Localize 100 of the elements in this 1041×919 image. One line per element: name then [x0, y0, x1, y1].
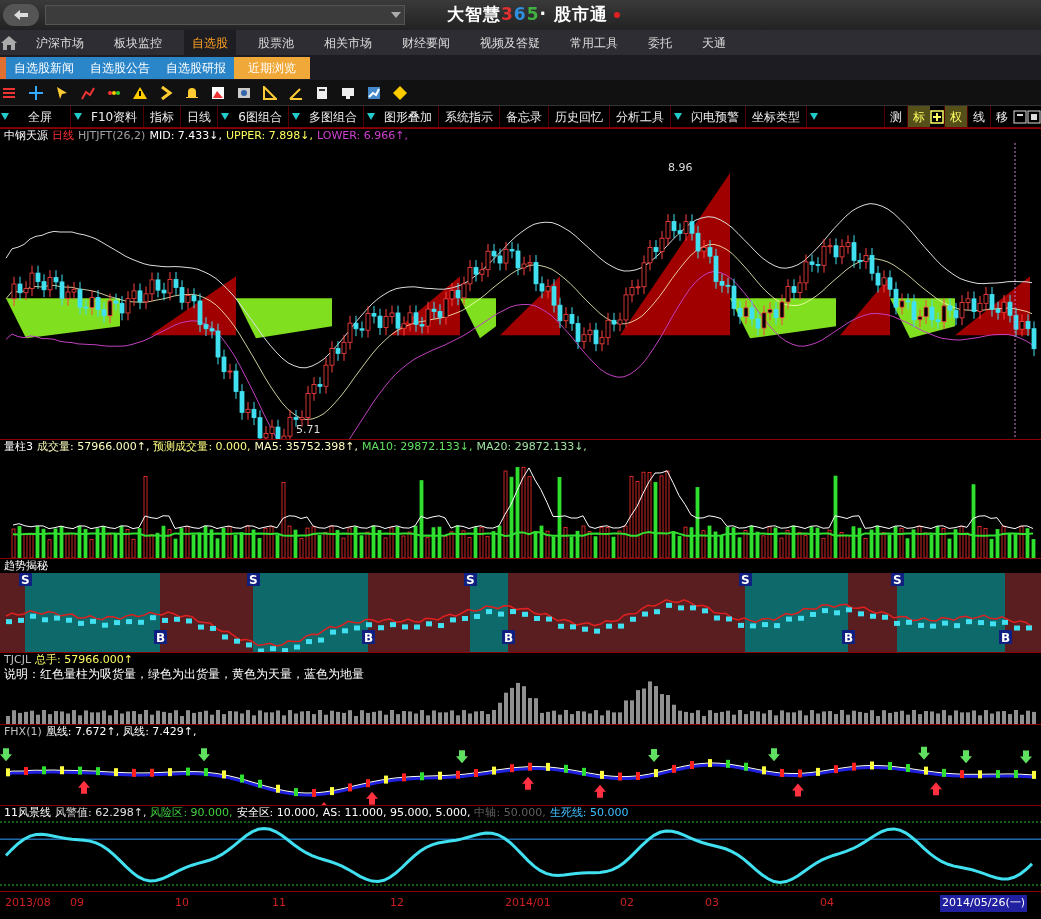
chevron-icon — [159, 85, 173, 100]
signal-marker: S — [891, 573, 904, 587]
signal-marker: B — [842, 630, 855, 645]
dot-icon — [613, 12, 620, 18]
legend-text: 风险区: 90.000, — [150, 806, 233, 820]
photo-icon — [237, 85, 251, 100]
legend-text: MID: 7.433↓, — [149, 129, 223, 143]
calculator-icon — [315, 85, 329, 100]
bell-icon — [185, 85, 199, 100]
nav-tab[interactable]: 常用工具 — [562, 30, 626, 55]
legend-text: 总手: 57966.000↑ — [35, 653, 133, 667]
sub-tab[interactable]: 自选股公告 — [82, 56, 158, 79]
down-arrow-icon — [648, 749, 660, 763]
price-label: 5.71 — [296, 423, 321, 436]
signal-marker: B — [502, 630, 515, 645]
nav-tab[interactable]: 视频及答疑 — [472, 30, 548, 55]
caret-down-icon — [391, 12, 401, 18]
legend-text: UPPER: 7.898↓, — [226, 129, 314, 143]
nav-tab[interactable]: 板块监控 — [106, 30, 170, 55]
sub-tab[interactable]: 自选股新闻 — [6, 56, 82, 79]
nav-tab[interactable]: 股票池 — [250, 30, 302, 55]
date-label: 2014/01 — [505, 895, 551, 911]
legend-text: TJCJL — [4, 653, 32, 667]
signal-marker: B — [362, 630, 375, 645]
down-arrow-icon — [918, 746, 930, 760]
down-arrow-icon — [0, 748, 12, 762]
legend-text: 日线 — [52, 129, 74, 143]
legend-text: AS: 11.000, 95.000, 5.000, — [322, 806, 471, 820]
up-arrow-icon — [522, 776, 534, 790]
address-field[interactable] — [45, 5, 405, 25]
date-label: 12 — [390, 895, 404, 911]
nav-tab[interactable]: 委托 — [640, 30, 680, 55]
angle-icon — [289, 85, 303, 100]
signal-marker: B — [999, 630, 1012, 645]
signal-marker: B — [154, 630, 167, 645]
nav-tab[interactable]: 沪深市场 — [28, 30, 92, 55]
date-label: 2013/08 — [5, 895, 51, 911]
back-button[interactable] — [3, 4, 39, 26]
legend-text: 凤线: 7.429↑, — [123, 725, 197, 739]
date-label: 10 — [175, 895, 189, 911]
legend-text: 成交量: 57966.000↑, — [37, 440, 150, 454]
bars-icon — [3, 85, 17, 100]
legend-text: 凰线: 7.672↑, — [45, 725, 120, 739]
legend-text: 中轴: 50.000, — [474, 806, 546, 820]
monitor-icon — [341, 85, 355, 100]
window-icon — [1013, 109, 1027, 124]
legend-text: 生死线: 50.000 — [549, 806, 629, 820]
legend-text: 预测成交量: 0.000, — [153, 440, 251, 454]
up-arrow-icon — [78, 780, 90, 794]
legend-text: LOWER: 6.966↑, — [317, 129, 408, 143]
legend-text: 量柱3 — [4, 440, 33, 454]
down-arrow-icon — [198, 748, 210, 762]
pointer-icon — [55, 85, 69, 100]
tool-button[interactable]: 权 — [944, 106, 967, 127]
price-label: 8.96 — [668, 161, 693, 174]
legend-text: MA5: 35752.398↑, — [254, 440, 359, 454]
down-arrow-icon — [960, 750, 972, 764]
date-label: 11 — [272, 895, 286, 911]
legend-text: 风警值: 62.298↑, — [55, 806, 147, 820]
app-title: 大智慧365· 股市通 — [447, 3, 608, 27]
signal-marker: S — [247, 573, 260, 587]
nav-tab[interactable]: 天通 — [694, 30, 734, 55]
up-arrow-icon — [366, 791, 378, 805]
up-arrow-icon — [930, 782, 942, 796]
legend-text: MA20: 29872.133↓, — [476, 440, 587, 454]
back-arrow-icon — [13, 9, 29, 21]
legend-text: 趋势揭秘 — [4, 559, 48, 573]
legend-text: MA10: 29872.133↓, — [362, 440, 473, 454]
caret-icon[interactable] — [809, 113, 818, 120]
legend-text: HJTJFT(26,2) — [78, 129, 146, 143]
home-icon — [0, 34, 18, 51]
picture-icon — [211, 85, 225, 100]
signal-marker: S — [739, 573, 752, 587]
date-label: 2014/05/26(一) — [940, 895, 1027, 912]
chart-icon — [81, 85, 95, 100]
accent-strip — [0, 56, 6, 79]
signal-marker: S — [19, 573, 32, 587]
signal-marker: S — [464, 573, 477, 587]
tool-button[interactable]: 标 — [907, 106, 930, 127]
sub-tab[interactable]: 自选股研报 — [158, 56, 234, 79]
nav-tab[interactable]: 财经要闻 — [394, 30, 458, 55]
warning-icon — [133, 85, 147, 100]
date-label: 02 — [620, 895, 634, 911]
maximize-icon — [1027, 109, 1041, 124]
date-label: 09 — [70, 895, 84, 911]
nav-tab[interactable]: 相关市场 — [316, 30, 380, 55]
diamond-icon — [393, 85, 407, 100]
down-arrow-icon — [768, 748, 780, 762]
legend-text: 中钢天源 — [4, 129, 48, 143]
grid-icon — [930, 109, 944, 124]
legend-text: FHX(1) — [4, 725, 42, 739]
down-arrow-icon — [1020, 750, 1032, 764]
up-arrow-icon — [594, 784, 606, 798]
down-arrow-icon — [456, 750, 468, 764]
crosshair-icon — [29, 85, 43, 100]
caret-icon — [0, 112, 10, 121]
nav-tab[interactable]: 自选股 — [184, 30, 236, 55]
ruler-icon — [263, 85, 277, 100]
legend-text: 安全区: 10.000, — [236, 806, 319, 820]
date-label: 04 — [820, 895, 834, 911]
